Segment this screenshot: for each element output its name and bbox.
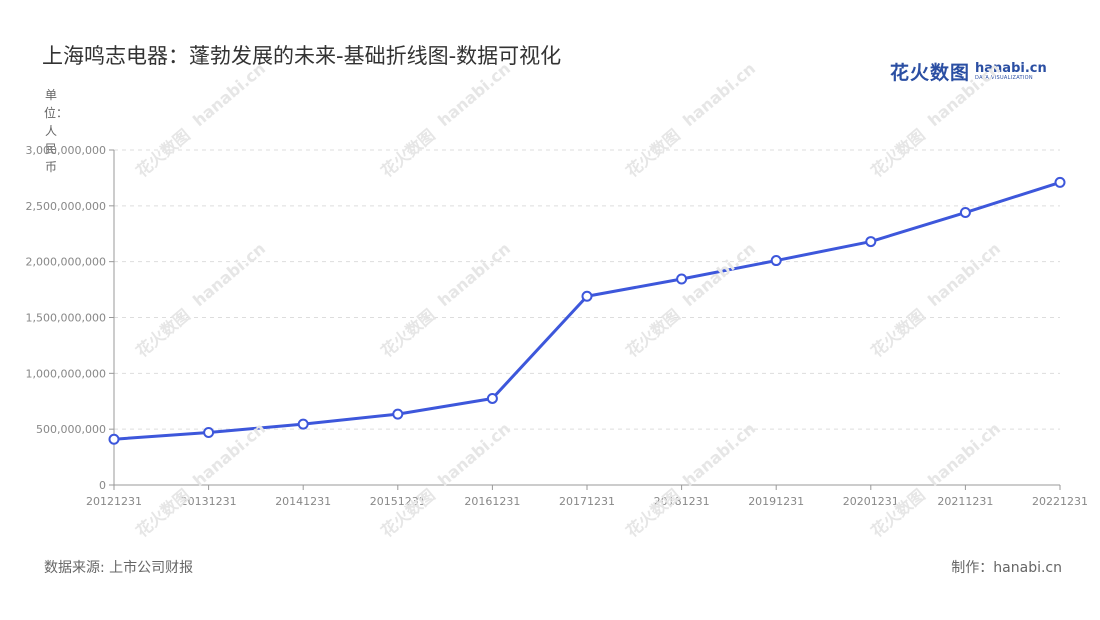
data-point [297, 418, 309, 430]
data-point [865, 236, 877, 248]
y-tick-label: 500,000,000 [36, 423, 106, 436]
x-tick-label: 20161231 [464, 495, 520, 508]
data-point [959, 207, 971, 219]
data-point [108, 433, 120, 445]
x-tick-label: 20201231 [843, 495, 899, 508]
y-tick-label: 1,500,000,000 [26, 312, 106, 325]
x-tick-label: 20141231 [275, 495, 331, 508]
x-tick-label: 20221231 [1032, 495, 1088, 508]
data-point [203, 427, 215, 439]
data-source-note: 数据来源: 上市公司财报 [44, 560, 194, 576]
y-tick-label: 0 [99, 479, 106, 492]
data-point [676, 273, 688, 285]
data-point [486, 392, 498, 404]
data-point [1054, 176, 1066, 188]
x-tick-label: 20121231 [86, 495, 142, 508]
credit-note: 制作：hanabi.cn [951, 560, 1062, 576]
series-line [113, 180, 1061, 441]
x-tick-label: 20151231 [370, 495, 426, 508]
line-chart: 0 500,000,000 1,000,000,000 1,500,000,000 2,… [26, 144, 1088, 508]
y-tick-label: 2,000,000,000 [26, 256, 106, 269]
y-tick-label: 3,000,000,000 [26, 144, 106, 157]
data-point [581, 290, 593, 302]
y-tick-label: 2,500,000,000 [26, 200, 106, 213]
data-point [392, 408, 404, 420]
x-tick-label: 20131231 [181, 495, 237, 508]
data-point [770, 255, 782, 267]
x-tick-label: 20191231 [748, 495, 804, 508]
y-tick-label: 1,000,000,000 [26, 367, 106, 380]
x-tick-label: 20171231 [559, 495, 615, 508]
x-tick-label: 20211231 [937, 495, 993, 508]
x-tick-label: 20181231 [654, 495, 710, 508]
